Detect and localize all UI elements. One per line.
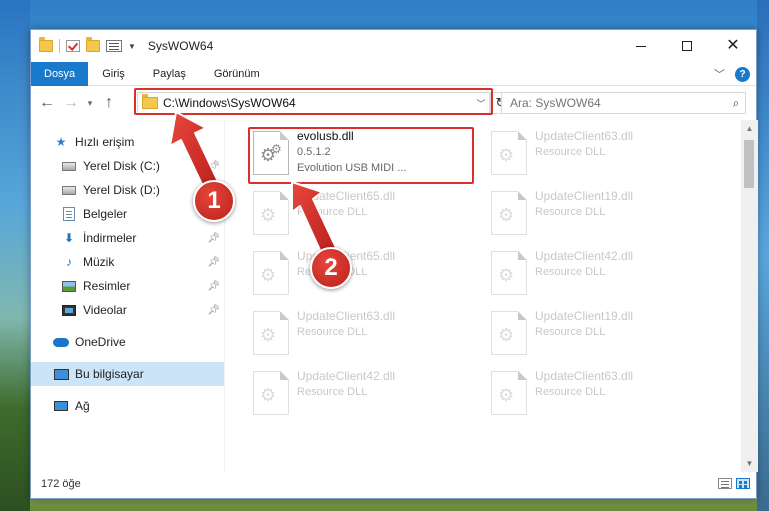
callout-arrows (169, 111, 339, 260)
callout-badge-two: 2 (310, 247, 352, 289)
callout-badge-one: 1 (193, 180, 235, 222)
